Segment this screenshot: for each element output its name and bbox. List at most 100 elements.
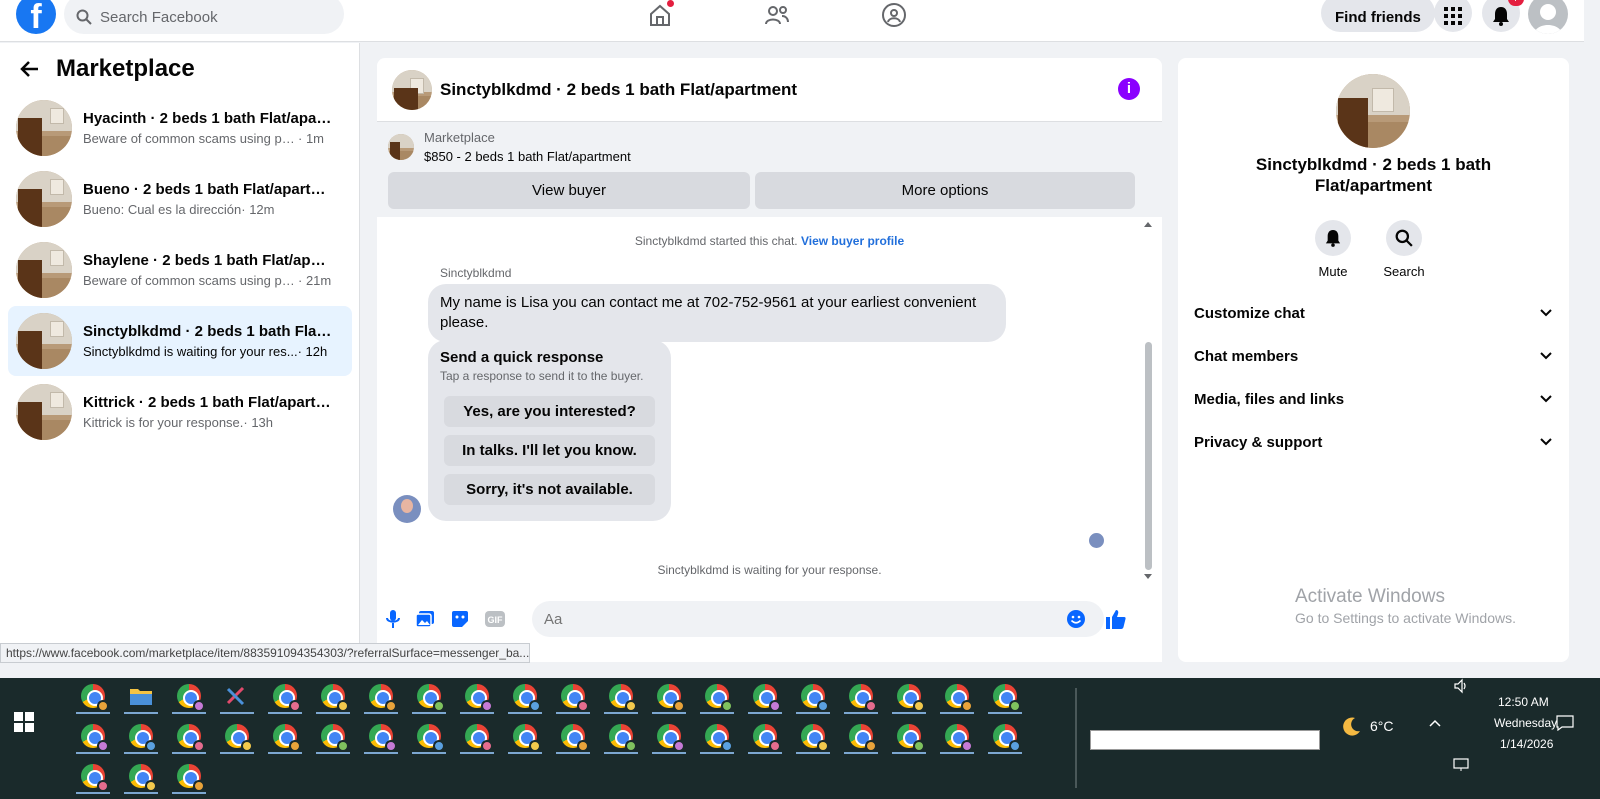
chat-title[interactable]: Sinctyblkdmd · 2 beds 1 bath Flat/apartm… <box>440 80 797 100</box>
page-scrollbar[interactable] <box>1586 42 1600 663</box>
volume-icon[interactable] <box>1453 678 1469 694</box>
search-in-conversation-button[interactable] <box>1386 220 1422 256</box>
taskbar-app-button[interactable] <box>312 678 354 714</box>
search-facebook-input[interactable]: Search Facebook <box>64 0 344 34</box>
taskbar-app-button[interactable] <box>216 678 258 714</box>
listing-price[interactable]: $850 - 2 beds 1 bath Flat/apartment <box>424 149 631 164</box>
taskbar-app-button[interactable] <box>408 718 450 754</box>
listing-small-thumbnail <box>388 134 414 160</box>
taskbar-app-button[interactable] <box>168 718 210 754</box>
home-tab[interactable] <box>644 0 676 30</box>
conversation-title: Bueno · 2 beds 1 bath Flat/apartm... <box>83 181 333 198</box>
chevron-up-icon[interactable] <box>1429 718 1441 730</box>
taskbar-app-button[interactable] <box>312 718 354 754</box>
quick-response-button[interactable]: In talks. I'll let you know. <box>444 435 655 466</box>
taskbar-app-button[interactable] <box>600 678 642 714</box>
taskbar-address-bar[interactable] <box>1090 730 1320 750</box>
scrollbar-thumb[interactable] <box>1145 342 1152 570</box>
taskbar-app-button[interactable] <box>840 678 882 714</box>
taskbar-app-button[interactable] <box>792 678 834 714</box>
clock-day[interactable]: Wednesday <box>1494 716 1557 730</box>
taskbar-app-button[interactable] <box>984 678 1026 714</box>
details-section[interactable]: Chat members <box>1178 336 1569 376</box>
clock-date[interactable]: 1/14/2026 <box>1500 737 1553 751</box>
details-section[interactable]: Customize chat <box>1178 293 1569 333</box>
conversation-item[interactable]: Kittrick · 2 beds 1 bath Flat/apartm... K… <box>8 377 352 447</box>
message-scrollbar[interactable] <box>1143 218 1153 588</box>
windows-taskbar: 6°C 12:50 AM Wednesday 1/14/2026 <box>0 678 1600 799</box>
menu-button[interactable] <box>1434 0 1472 32</box>
info-icon[interactable]: i <box>1118 78 1140 100</box>
sticker-button[interactable] <box>449 608 471 630</box>
notification-center-icon[interactable] <box>1556 715 1574 731</box>
taskbar-app-button[interactable] <box>168 758 210 794</box>
taskbar-app-button[interactable] <box>600 718 642 754</box>
network-icon[interactable] <box>1453 758 1469 772</box>
taskbar-app-button[interactable] <box>504 718 546 754</box>
taskbar-app-button[interactable] <box>264 678 306 714</box>
details-listing-photo[interactable] <box>1336 74 1410 148</box>
taskbar-app-button[interactable] <box>168 678 210 714</box>
back-button[interactable] <box>20 59 40 84</box>
taskbar-app-button[interactable] <box>264 718 306 754</box>
quick-response-button[interactable]: Yes, are you interested? <box>444 396 655 427</box>
listing-thumbnail[interactable] <box>392 69 432 110</box>
taskbar-app-button[interactable] <box>120 718 162 754</box>
voice-clip-button[interactable] <box>382 608 404 630</box>
taskbar-app-button[interactable] <box>696 718 738 754</box>
taskbar-app-button[interactable] <box>936 718 978 754</box>
conversation-item[interactable]: Sinctyblkdmd · 2 beds 1 bath Flat/... Sin… <box>8 306 352 376</box>
details-section[interactable]: Privacy & support <box>1178 422 1569 462</box>
taskbar-app-button[interactable] <box>648 678 690 714</box>
attach-photo-button[interactable] <box>414 608 436 630</box>
taskbar-app-button[interactable] <box>888 678 930 714</box>
taskbar-app-button[interactable] <box>744 678 786 714</box>
taskbar-app-button[interactable] <box>840 718 882 754</box>
like-button[interactable] <box>1105 608 1127 630</box>
account-avatar[interactable] <box>1528 0 1568 34</box>
chrome-icon <box>81 764 109 792</box>
taskbar-app-button[interactable] <box>216 718 258 754</box>
taskbar-app-button[interactable] <box>792 718 834 754</box>
message-input[interactable] <box>532 601 1104 637</box>
taskbar-app-button[interactable] <box>936 678 978 714</box>
quick-response-button[interactable]: Sorry, it's not available. <box>444 474 655 505</box>
taskbar-app-button[interactable] <box>552 718 594 754</box>
taskbar-app-button[interactable] <box>456 678 498 714</box>
taskbar-app-button[interactable] <box>72 718 114 754</box>
taskbar-app-button[interactable] <box>408 678 450 714</box>
gif-button[interactable]: GIF <box>484 608 506 630</box>
taskbar-app-button[interactable] <box>120 758 162 794</box>
conversation-item[interactable]: Shaylene · 2 beds 1 bath Flat/apart... Be… <box>8 235 352 305</box>
clock-time[interactable]: 12:50 AM <box>1498 695 1549 709</box>
conversation-item[interactable]: Hyacinth · 2 beds 1 bath Flat/apart... Be… <box>8 93 352 163</box>
taskbar-app-button[interactable] <box>456 718 498 754</box>
taskbar-app-button[interactable] <box>72 758 114 794</box>
taskbar-app-button[interactable] <box>552 678 594 714</box>
buyer-avatar[interactable] <box>393 495 421 523</box>
taskbar-app-button[interactable] <box>888 718 930 754</box>
chevron-down-icon <box>1540 352 1552 360</box>
taskbar-app-button[interactable] <box>360 678 402 714</box>
taskbar-app-button[interactable] <box>696 678 738 714</box>
emoji-button[interactable] <box>1065 608 1087 630</box>
taskbar-app-button[interactable] <box>744 718 786 754</box>
taskbar-app-button[interactable] <box>120 678 162 714</box>
details-section[interactable]: Media, files and links <box>1178 379 1569 419</box>
friends-tab[interactable] <box>761 0 793 30</box>
temperature[interactable]: 6°C <box>1370 718 1394 734</box>
groups-tab[interactable] <box>878 0 910 30</box>
start-button[interactable] <box>14 712 34 737</box>
conversation-item[interactable]: Bueno · 2 beds 1 bath Flat/apartm... Buen… <box>8 164 352 234</box>
mute-button[interactable] <box>1315 220 1351 256</box>
taskbar-app-button[interactable] <box>648 718 690 754</box>
more-options-button[interactable]: More options <box>755 172 1135 209</box>
taskbar-app-button[interactable] <box>504 678 546 714</box>
taskbar-app-button[interactable] <box>72 678 114 714</box>
taskbar-app-button[interactable] <box>984 718 1026 754</box>
taskbar-app-button[interactable] <box>360 718 402 754</box>
view-buyer-button[interactable]: View buyer <box>388 172 750 209</box>
facebook-logo-icon[interactable]: f <box>16 0 56 34</box>
find-friends-button[interactable]: Find friends <box>1321 0 1435 32</box>
view-buyer-profile-link[interactable]: View buyer profile <box>801 234 904 248</box>
